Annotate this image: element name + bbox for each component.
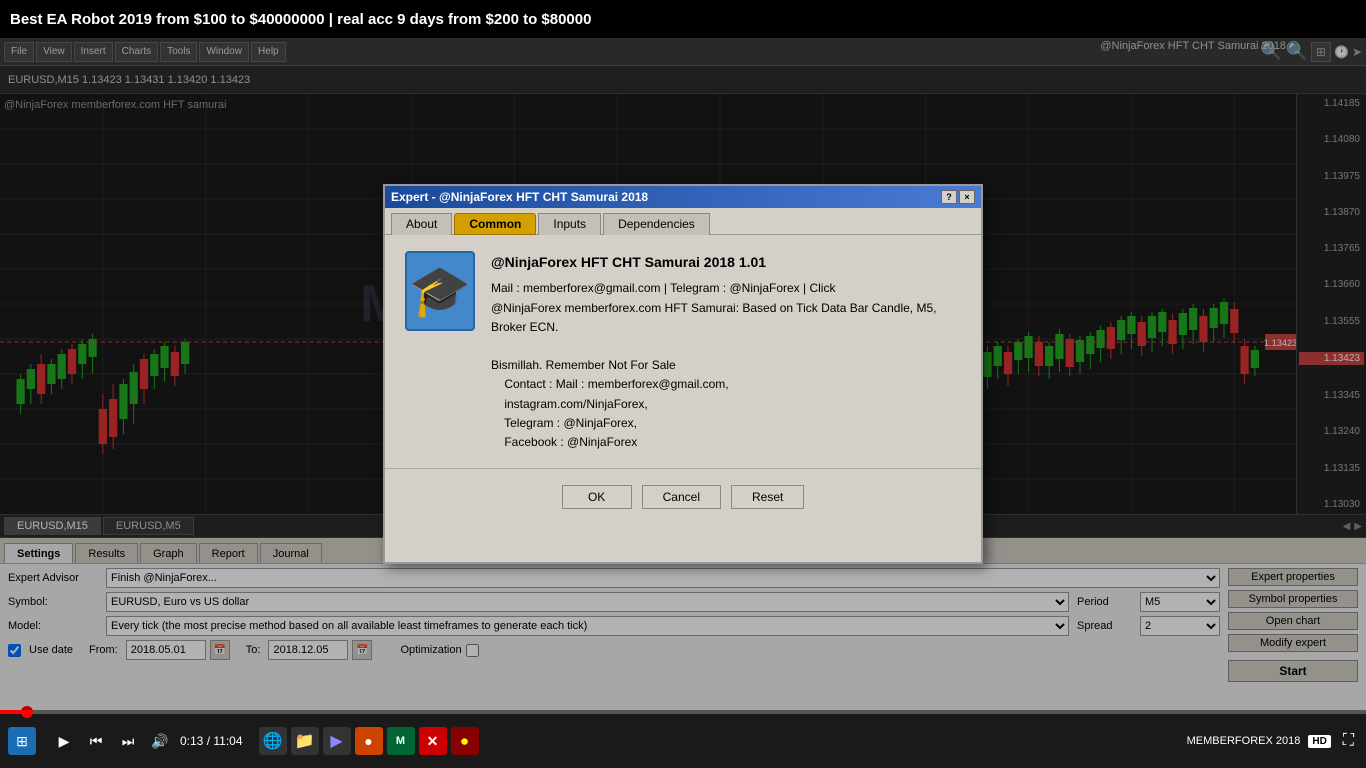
taskbar-icon-mail[interactable]: ● <box>355 727 383 755</box>
current-time: 0:13 <box>180 734 203 748</box>
volume-btn[interactable]: 🔊 <box>148 729 172 753</box>
total-time: 11:04 <box>213 734 242 748</box>
taskbar-icon-ie[interactable]: 🌐 <box>259 727 287 755</box>
dialog-expert-name: @NinjaForex HFT CHT Samurai 2018 1.01 <box>491 251 961 273</box>
dialog-titlebar: Expert - @NinjaForex HFT CHT Samurai 201… <box>385 186 981 208</box>
dialog-tab-about[interactable]: About <box>391 213 452 235</box>
hd-badge: HD <box>1308 735 1330 748</box>
play-pause-btn[interactable]: ▶ <box>52 729 76 753</box>
taskbar-icon-folder[interactable]: 📁 <box>291 727 319 755</box>
skip-next-btn[interactable]: ⏭ <box>116 729 140 753</box>
dialog-content: 🎓 @NinjaForex HFT CHT Samurai 2018 1.01 … <box>385 235 981 468</box>
dialog-help-btn[interactable]: ? <box>941 190 957 204</box>
fullscreen-btn[interactable]: ⛶ <box>1339 730 1358 752</box>
dialog-ok-btn[interactable]: OK <box>562 485 632 509</box>
time-display: 0:13 / 11:04 <box>180 734 243 748</box>
dialog-contact: Contact : Mail : memberforex@gmail.com, … <box>491 375 961 452</box>
dialog-tab-common[interactable]: Common <box>454 213 536 235</box>
skip-prev-btn[interactable]: ⏮ <box>84 729 108 753</box>
dialog-cancel-btn[interactable]: Cancel <box>642 485 721 509</box>
windows-start-btn[interactable]: ⊞ <box>8 727 36 755</box>
dialog-text-content: @NinjaForex HFT CHT Samurai 2018 1.01 Ma… <box>491 251 961 452</box>
modal-overlay: Expert - @NinjaForex HFT CHT Samurai 201… <box>0 38 1366 710</box>
dialog-tab-inputs[interactable]: Inputs <box>538 213 601 235</box>
channel-name: MEMBERFOREX 2018 <box>1187 735 1301 747</box>
player-right: MEMBERFOREX 2018 HD ⛶ <box>1187 730 1358 752</box>
taskbar-icon-x[interactable]: ✕ <box>419 727 447 755</box>
progress-bar[interactable] <box>0 710 1366 714</box>
dialog-reset-btn[interactable]: Reset <box>731 485 804 509</box>
dialog-tabs: About Common Inputs Dependencies <box>385 208 981 235</box>
dialog-controls: ? × <box>941 190 975 204</box>
dialog-close-btn[interactable]: × <box>959 190 975 204</box>
taskbar-icon-rec[interactable]: ⏺ <box>451 727 479 755</box>
dialog-avatar: 🎓 <box>405 251 475 331</box>
dialog-line2: @NinjaForex memberforex.com HFT Samurai:… <box>491 299 961 337</box>
expert-dialog: Expert - @NinjaForex HFT CHT Samurai 201… <box>383 184 983 564</box>
dialog-line1: Mail : memberforex@gmail.com | Telegram … <box>491 279 961 298</box>
taskbar-icon-mt4[interactable]: M <box>387 727 415 755</box>
taskbar-icon-media[interactable]: ▶ <box>323 727 351 755</box>
dialog-footer: OK Cancel Reset <box>385 468 981 525</box>
dialog-line3: Bismillah. Remember Not For Sale <box>491 356 961 375</box>
video-title-text: Best EA Robot 2019 from $100 to $4000000… <box>10 11 591 28</box>
video-title-bar: Best EA Robot 2019 from $100 to $4000000… <box>0 0 1366 38</box>
dialog-title-text: Expert - @NinjaForex HFT CHT Samurai 201… <box>391 190 648 204</box>
player-controls: ⊞ ▶ ⏮ ⏭ 🔊 0:13 / 11:04 🌐 📁 ▶ <box>0 714 1366 768</box>
video-player-bar: ⊞ ▶ ⏮ ⏭ 🔊 0:13 / 11:04 🌐 📁 ▶ <box>0 710 1366 768</box>
dialog-tab-dependencies[interactable]: Dependencies <box>603 213 710 235</box>
